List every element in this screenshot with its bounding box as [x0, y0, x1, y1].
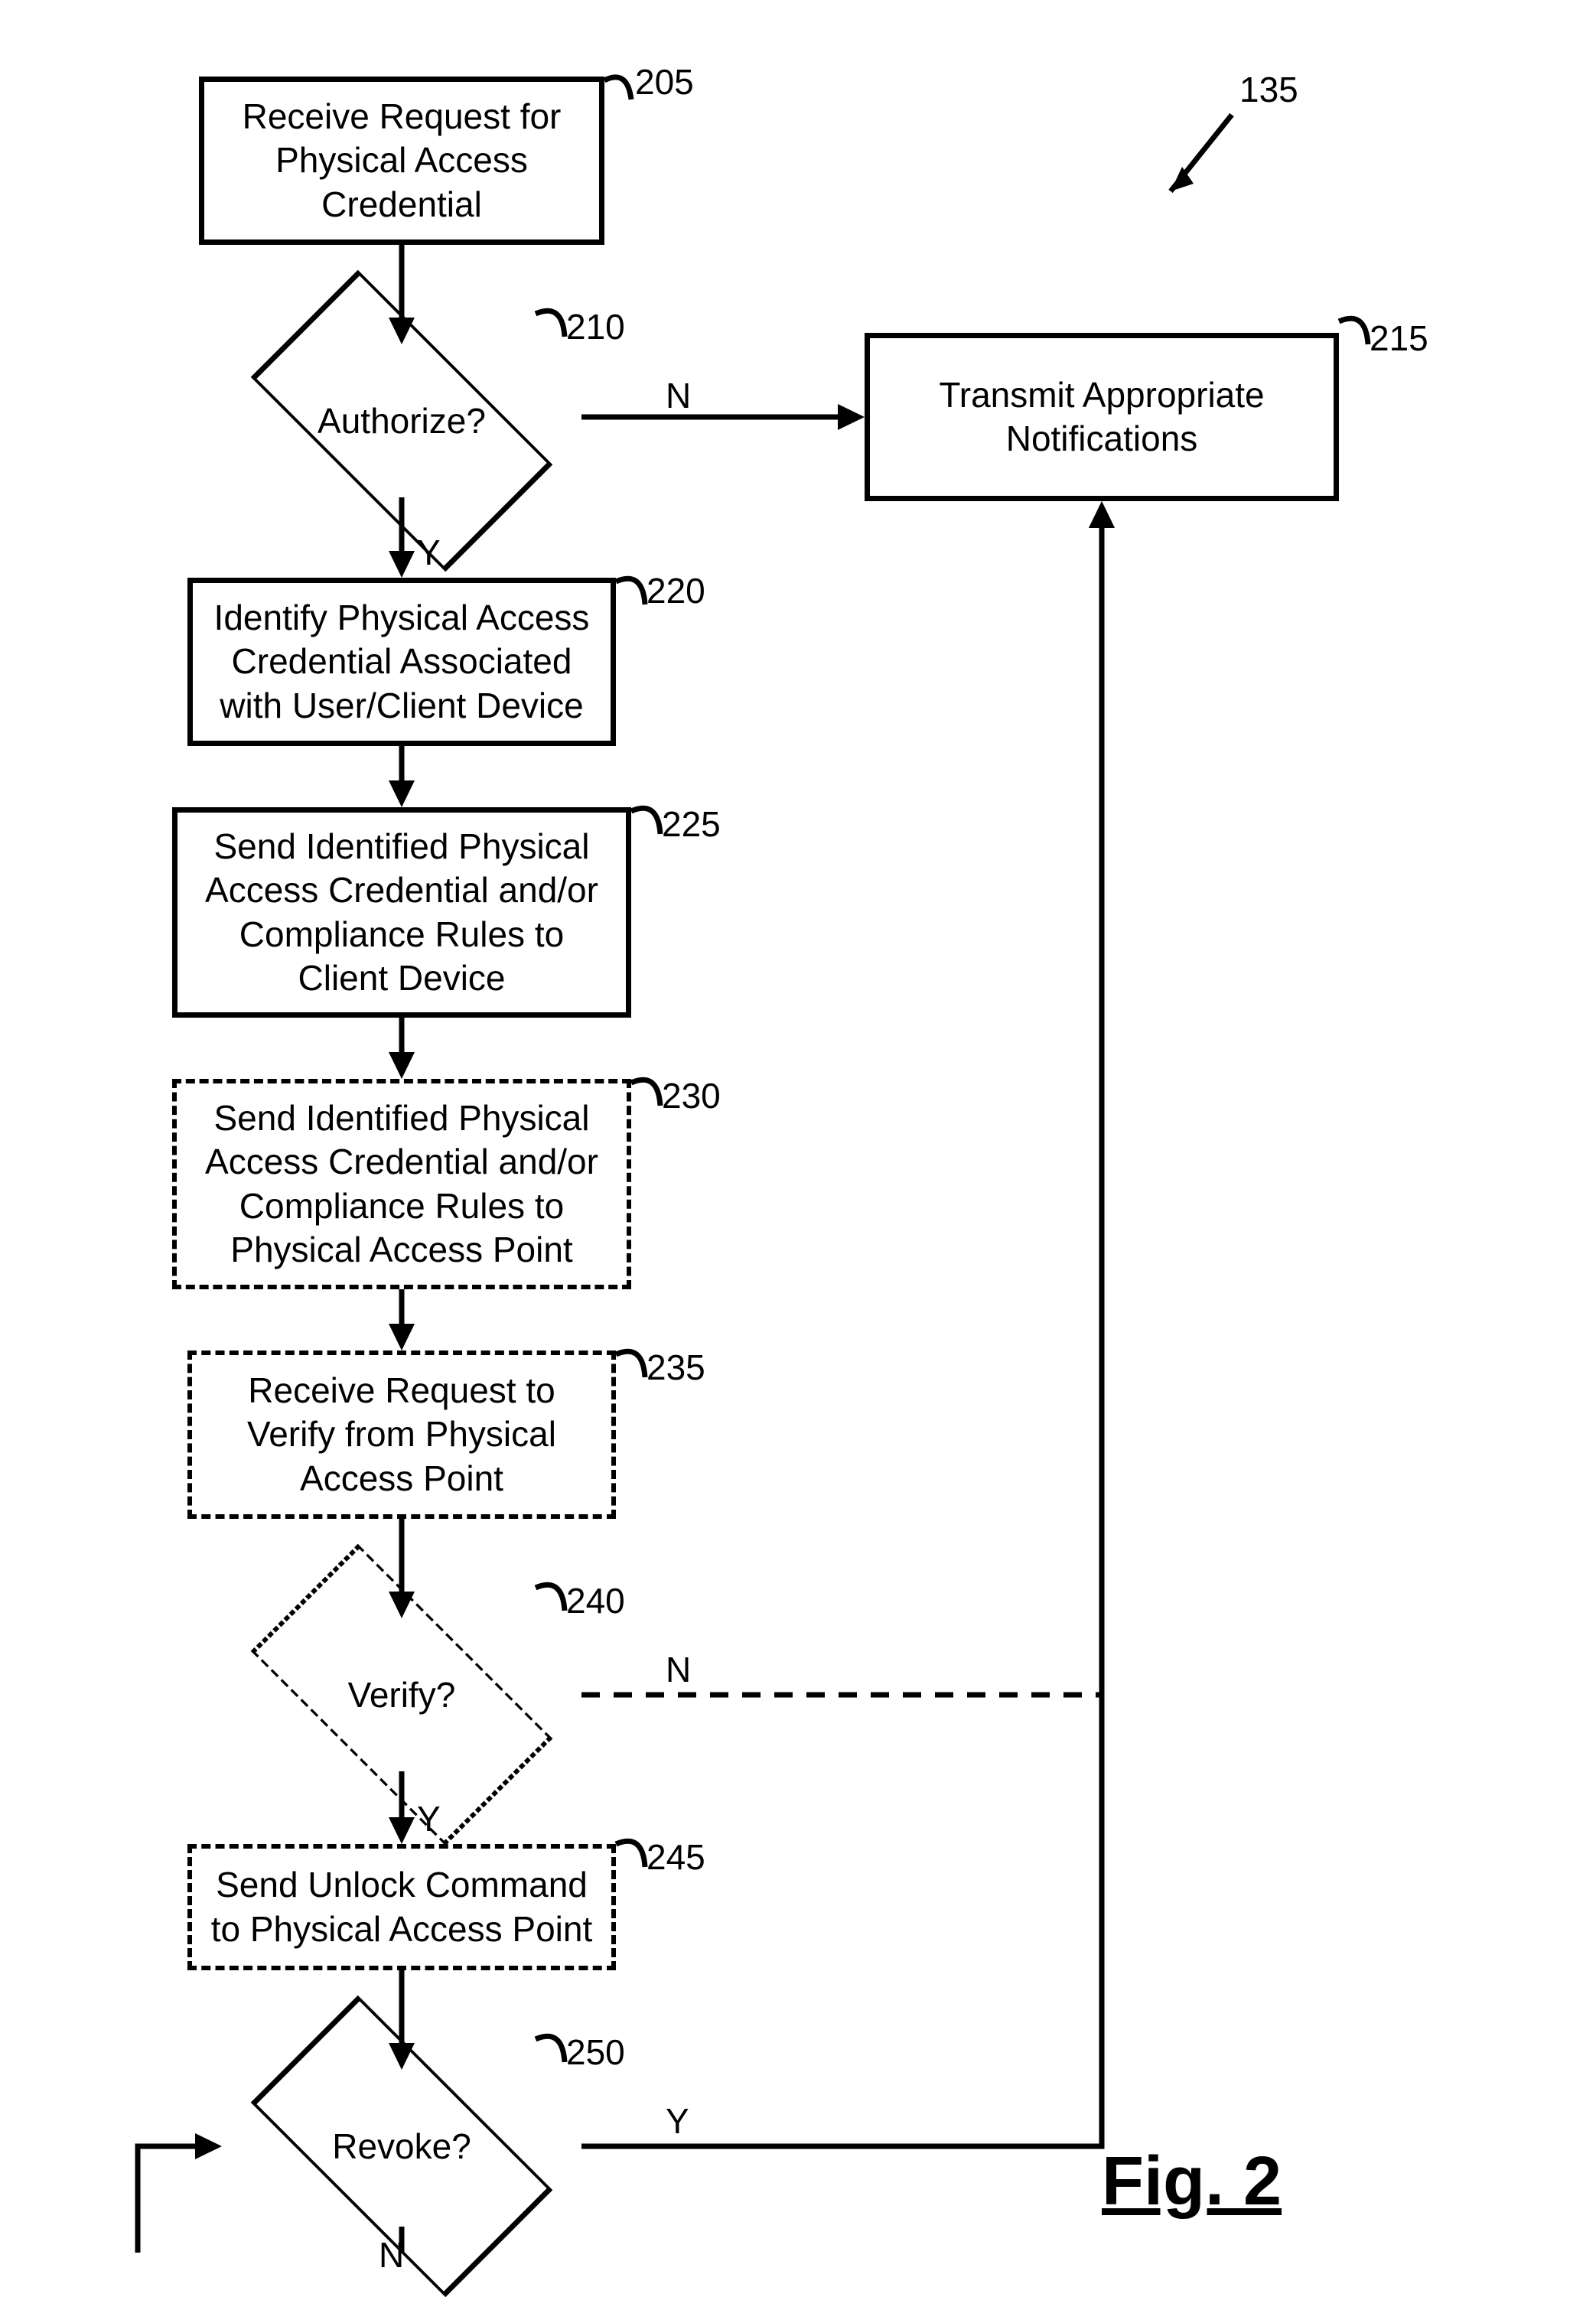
decision-210: Authorize?: [264, 283, 539, 559]
flowchart-canvas: Receive Request for Physical Access Cred…: [0, 0, 1596, 2253]
process-box-245-optional: Send Unlock Command to Physical Access P…: [187, 1844, 616, 1970]
label-210-n: N: [666, 375, 691, 416]
text-245: Send Unlock Command to Physical Access P…: [207, 1863, 596, 1951]
text-235: Receive Request to Verify from Physical …: [207, 1369, 596, 1501]
process-box-230-optional: Send Identified Physical Access Credenti…: [172, 1079, 631, 1289]
label-240-y: Y: [417, 1798, 441, 1839]
process-box-235-optional: Receive Request to Verify from Physical …: [187, 1351, 616, 1519]
ref-235: 235: [647, 1347, 705, 1388]
text-250: Revoke?: [332, 2126, 471, 2167]
process-box-215: Transmit Appropriate Notifications: [865, 333, 1339, 501]
text-215: Transmit Appropriate Notifications: [885, 373, 1318, 461]
label-210-y: Y: [417, 532, 441, 573]
process-box-220: Identify Physical Access Credential Asso…: [187, 578, 616, 746]
label-240-n: N: [666, 1649, 691, 1690]
ref-220: 220: [647, 570, 705, 611]
label-250-n: N: [379, 2234, 404, 2276]
ref-245: 245: [647, 1836, 705, 1878]
ref-205: 205: [635, 61, 694, 103]
ref-225: 225: [662, 803, 721, 845]
figure-ref-135: 135: [1239, 69, 1298, 110]
figure-label: Fig. 2: [1102, 2142, 1282, 2221]
ref-215: 215: [1370, 318, 1428, 359]
text-225: Send Identified Physical Access Credenti…: [193, 825, 611, 1001]
ref-250: 250: [566, 2031, 625, 2073]
text-220: Identify Physical Access Credential Asso…: [208, 596, 595, 728]
decision-240-optional: Verify?: [264, 1557, 539, 1833]
text-205: Receive Request for Physical Access Cred…: [220, 95, 584, 227]
process-box-205: Receive Request for Physical Access Cred…: [199, 77, 604, 245]
ref-210: 210: [566, 306, 625, 347]
ref-240: 240: [566, 1580, 625, 1621]
label-250-y: Y: [666, 2100, 689, 2142]
text-240: Verify?: [348, 1674, 456, 1715]
process-box-225: Send Identified Physical Access Credenti…: [172, 807, 631, 1018]
text-210: Authorize?: [318, 400, 486, 441]
ref-230: 230: [662, 1075, 721, 1116]
text-230: Send Identified Physical Access Credenti…: [192, 1096, 611, 1272]
